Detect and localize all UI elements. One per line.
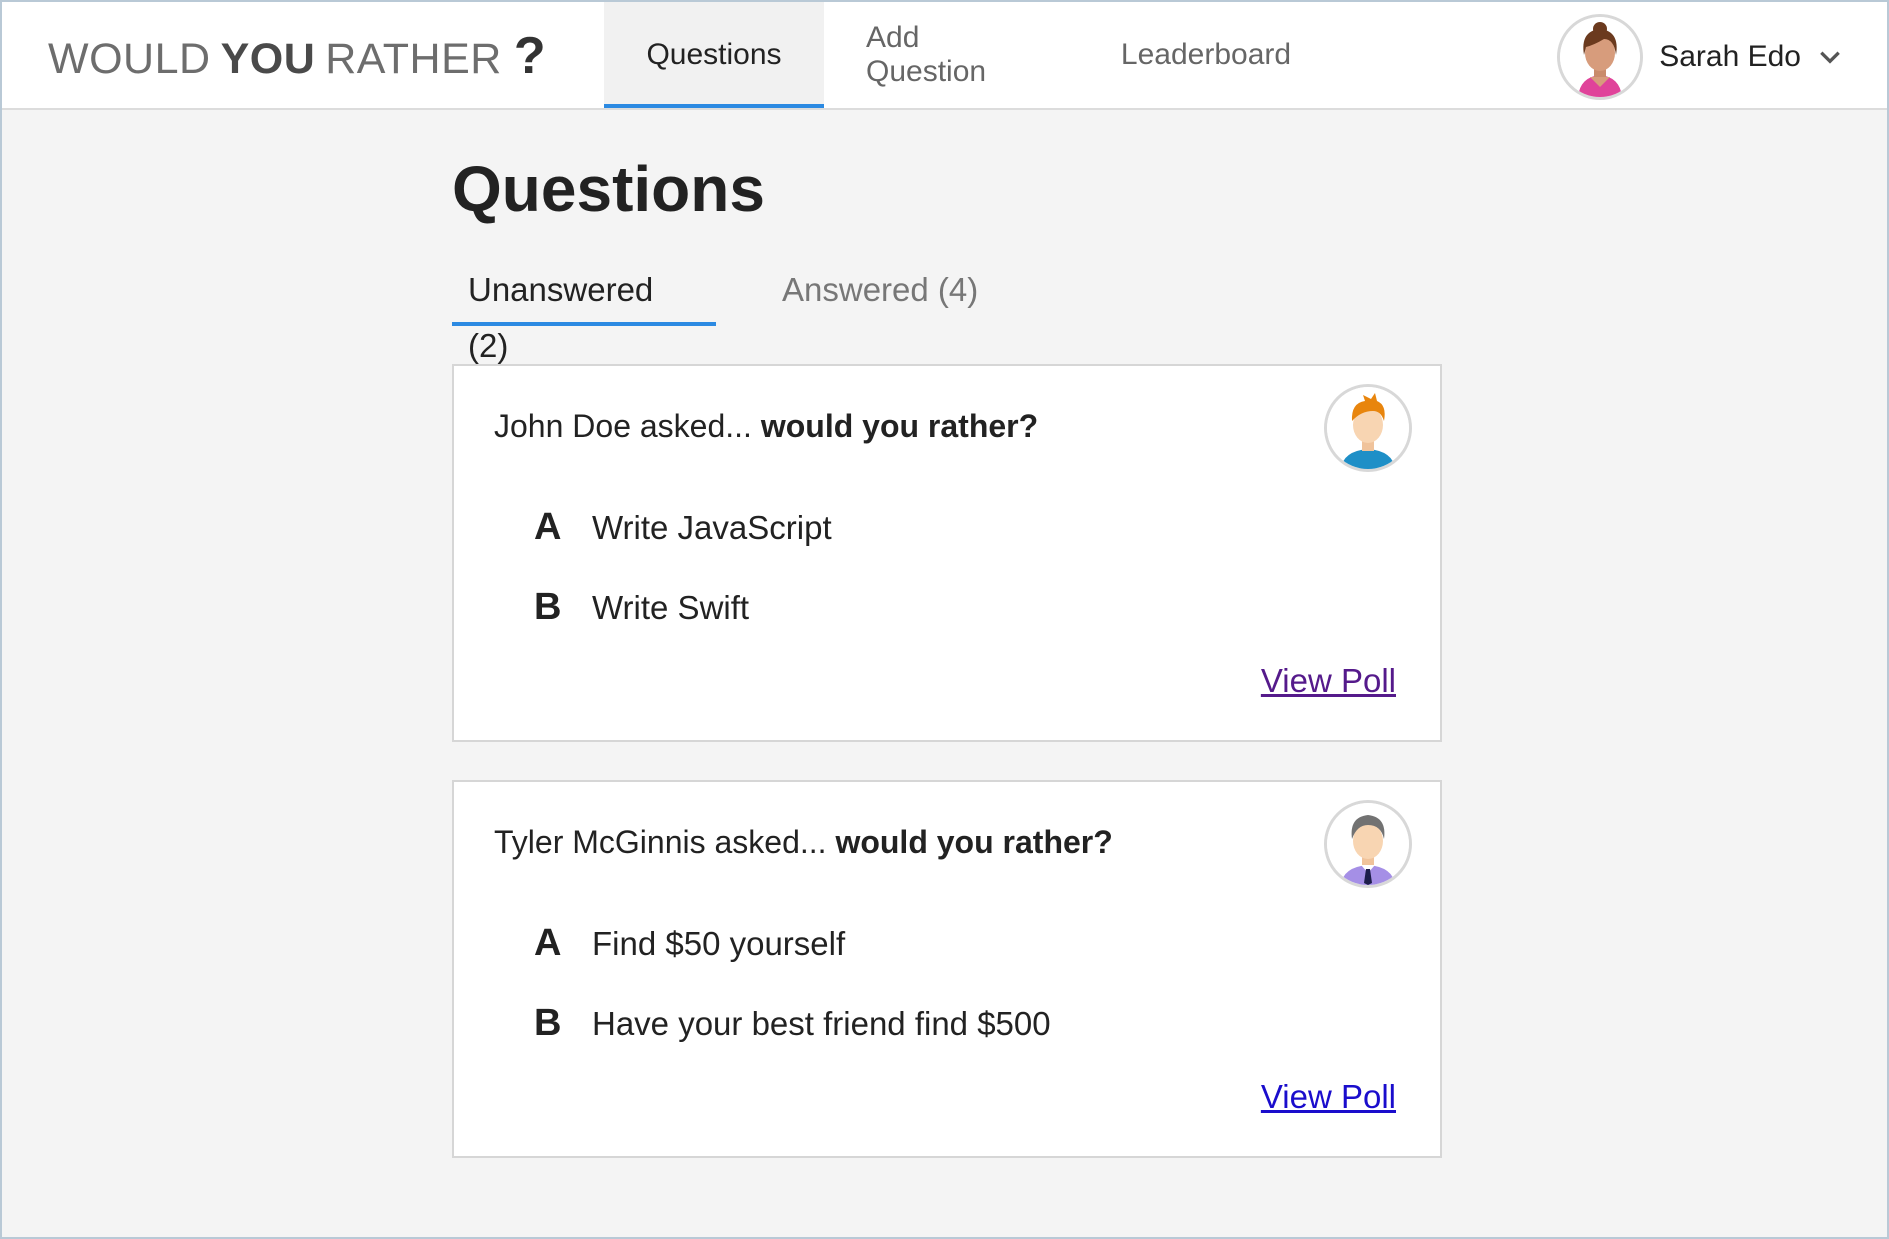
option-letter: B xyxy=(534,1002,562,1045)
question-tabs: Unanswered (2) Answered (4) xyxy=(452,262,1442,364)
question-prompt: would you rather? xyxy=(835,824,1113,861)
question-prompt: would you rather? xyxy=(760,408,1039,445)
nav-leaderboard[interactable]: Leaderboard xyxy=(1086,2,1326,108)
question-card: Tyler McGinnis asked... would you rather… xyxy=(452,780,1442,1159)
option-a: A Find $50 yourself xyxy=(534,922,845,965)
option-a: A Write JavaScript xyxy=(534,506,832,549)
option-text: Write Swift xyxy=(592,588,750,626)
option-text: Write JavaScript xyxy=(592,508,832,546)
question-card: John Doe asked... would you rather? A Wr… xyxy=(452,364,1442,743)
view-poll-link[interactable]: View Poll xyxy=(1261,1078,1396,1116)
view-poll-link[interactable]: View Poll xyxy=(1261,662,1396,700)
tab-unanswered[interactable]: Unanswered (2) xyxy=(452,262,716,364)
app-window: WOULD YOU RATHER ? Questions Add Questio… xyxy=(0,0,1889,1239)
option-text: Have your best friend find $500 xyxy=(592,1004,1051,1042)
option-letter: A xyxy=(534,922,562,965)
avatar-orange-hair-icon xyxy=(1324,384,1412,473)
chevron-down-icon xyxy=(1820,51,1840,64)
user-menu[interactable]: Sarah Edo xyxy=(1557,14,1843,100)
option-letter: B xyxy=(534,586,562,629)
main-content: Questions Unanswered (2) Answered (4) Jo… xyxy=(452,110,1442,1159)
option-b: B Write Swift xyxy=(534,586,749,629)
question-author: Tyler McGinnis asked... xyxy=(494,824,827,861)
user-name: Sarah Edo xyxy=(1659,40,1801,73)
question-author: John Doe asked... xyxy=(494,408,752,445)
top-header: WOULD YOU RATHER ? Questions Add Questio… xyxy=(2,2,1887,110)
page-title: Questions xyxy=(452,153,765,225)
option-b: B Have your best friend find $500 xyxy=(534,1002,1051,1045)
nav-add-question[interactable]: Add Question xyxy=(824,2,1086,108)
logo-word-you: YOU xyxy=(220,35,316,83)
nav-questions[interactable]: Questions xyxy=(604,2,824,108)
avatar-man-tie-icon xyxy=(1324,800,1412,889)
question-header: John Doe asked... would you rather? xyxy=(494,408,1038,445)
tab-answered[interactable]: Answered (4) xyxy=(782,262,978,326)
question-header: Tyler McGinnis asked... would you rather… xyxy=(494,824,1113,861)
app-logo[interactable]: WOULD YOU RATHER ? xyxy=(48,26,546,86)
logo-question-mark: ? xyxy=(513,27,547,85)
main-nav: Questions Add Question Leaderboard xyxy=(604,2,1326,108)
logo-word-would: WOULD xyxy=(48,35,211,83)
logo-word-rather: RATHER xyxy=(325,35,502,83)
avatar-woman-icon xyxy=(1557,14,1644,100)
option-letter: A xyxy=(534,506,562,549)
option-text: Find $50 yourself xyxy=(592,924,846,962)
